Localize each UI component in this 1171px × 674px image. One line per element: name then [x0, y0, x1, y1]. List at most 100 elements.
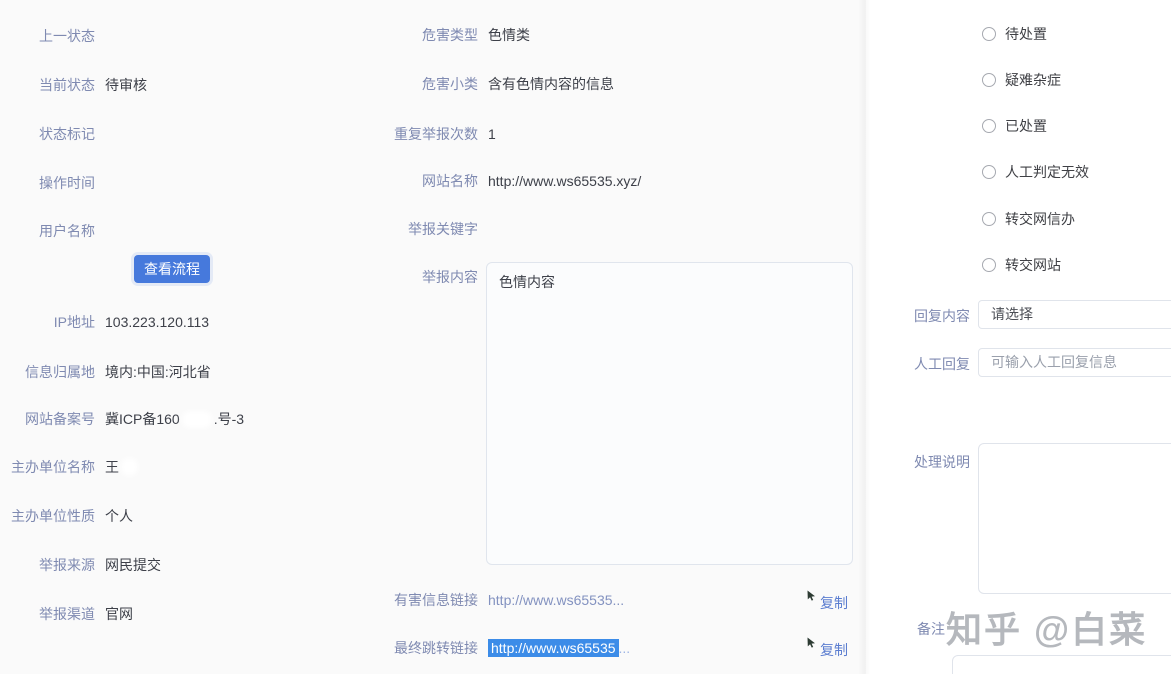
radio-icon[interactable] — [982, 73, 996, 87]
field-label: 举报来源 — [39, 557, 95, 573]
harmful-info-link[interactable]: http://www.ws65535... — [488, 590, 624, 610]
form-row-current-status: 当前状态 待审核 — [0, 75, 147, 95]
field-value: 王 — [105, 457, 140, 477]
radio-option-label: 已处置 — [1005, 118, 1047, 134]
field-label: 回复内容 — [914, 308, 970, 324]
field-value: 色情类 — [488, 27, 530, 43]
radio-option-transfer-site[interactable]: 转交网站 — [982, 258, 1061, 272]
field-label: 主办单位名称 — [11, 459, 95, 475]
form-row-operation-time: 操作时间 — [0, 173, 105, 193]
field-value: 网民提交 — [105, 557, 161, 573]
field-value: 待审核 — [105, 77, 147, 93]
field-label: 危害类型 — [422, 27, 478, 43]
process-note-textarea[interactable] — [978, 443, 1171, 594]
report-detail-screen: 上一状态 当前状态 待审核 状态标记 操作时间 用户名称 查看流程 IP地址 1… — [0, 0, 1171, 674]
field-value: 含有色情内容的信息 — [488, 76, 614, 92]
copy-harmful-link-button[interactable]: 复制 — [807, 590, 848, 613]
view-flow-button[interactable]: 查看流程 — [134, 255, 210, 283]
field-value: 1 — [488, 126, 496, 142]
final-redirect-link[interactable]: http://www.ws65535... — [488, 638, 630, 658]
input-placeholder: 可输入人工回复信息 — [991, 354, 1117, 370]
form-row-ip: IP地址 103.223.120.113 — [0, 312, 209, 332]
zhihu-watermark: 知乎 @白菜 — [946, 609, 1148, 650]
field-value: http://www.ws65535.xyz/ — [488, 173, 642, 189]
field-label: 网站备案号 — [25, 411, 95, 427]
form-row-harm-type: 危害类型 色情类 — [383, 25, 530, 45]
redacted-blur — [121, 458, 138, 476]
radio-option-label: 疑难杂症 — [1005, 72, 1061, 88]
field-label: 举报渠道 — [39, 606, 95, 622]
radio-icon[interactable] — [982, 165, 996, 179]
remark-textarea[interactable] — [952, 655, 1171, 674]
icp-prefix: 冀ICP备160 — [105, 411, 180, 427]
report-content-text: 色情内容 — [499, 274, 555, 290]
form-row-icp-number: 网站备案号 冀ICP备160 .号-3 — [0, 409, 244, 429]
form-row-info-location: 信息归属地 境内:中国:河北省 — [0, 362, 211, 382]
field-label: 最终跳转链接 — [394, 640, 478, 656]
report-content-textarea[interactable]: 色情内容 — [486, 262, 853, 565]
radio-option-label: 待处置 — [1005, 26, 1047, 42]
radio-option-label: 人工判定无效 — [1005, 164, 1089, 180]
field-value: 个人 — [105, 508, 133, 524]
copy-final-link-button[interactable]: 复制 — [807, 637, 848, 660]
form-row-org-name: 主办单位名称 王 — [0, 457, 140, 477]
radio-icon[interactable] — [982, 258, 996, 272]
form-row-report-source: 举报来源 网民提交 — [0, 555, 161, 575]
radio-icon[interactable] — [982, 212, 996, 226]
link-ellipsis: ... — [618, 640, 631, 656]
radio-option-manual-invalid[interactable]: 人工判定无效 — [982, 165, 1089, 179]
form-row-report-keyword: 举报关键字 — [383, 219, 488, 239]
copy-button-label: 复制 — [820, 595, 848, 611]
radio-option-label: 转交网站 — [1005, 257, 1061, 273]
field-label: 举报关键字 — [408, 221, 478, 237]
copy-button-label: 复制 — [820, 642, 848, 658]
radio-option-handled[interactable]: 已处置 — [982, 119, 1047, 133]
selected-link-text: http://www.ws65535 — [488, 639, 619, 657]
form-row-website-name: 网站名称 http://www.ws65535.xyz/ — [383, 171, 641, 191]
radio-option-transfer-cac[interactable]: 转交网信办 — [982, 212, 1075, 226]
form-row-report-content-label: 举报内容 — [383, 267, 478, 287]
field-label: 处理说明 — [914, 454, 970, 470]
form-row-status-mark: 状态标记 — [0, 124, 105, 144]
form-row-harm-subtype: 危害小类 含有色情内容的信息 — [383, 74, 614, 94]
field-label: IP地址 — [53, 314, 95, 330]
field-label: 上一状态 — [39, 28, 95, 44]
field-label: 备注 — [917, 621, 945, 637]
field-label: 当前状态 — [39, 77, 95, 93]
field-value: 冀ICP备160 .号-3 — [105, 409, 244, 429]
field-label: 重复举报次数 — [394, 126, 478, 142]
form-row-prev-status: 上一状态 — [0, 26, 105, 46]
field-label: 操作时间 — [39, 175, 95, 191]
field-label: 用户名称 — [39, 223, 95, 239]
form-row-reply-content-label: 回复内容 — [875, 306, 970, 326]
form-row-final-redirect-link: 最终跳转链接 http://www.ws65535... — [383, 638, 630, 658]
form-row-harmful-link: 有害信息链接 http://www.ws65535... — [383, 590, 624, 610]
field-label: 人工回复 — [914, 356, 970, 372]
form-row-remark-label: 备注 — [875, 619, 945, 639]
field-label: 举报内容 — [422, 269, 478, 285]
radio-option-difficult[interactable]: 疑难杂症 — [982, 73, 1061, 87]
org-name-prefix: 王 — [105, 459, 119, 475]
form-row-report-channel: 举报渠道 官网 — [0, 604, 133, 624]
redacted-blur — [181, 411, 212, 428]
field-value: 103.223.120.113 — [105, 314, 210, 330]
radio-icon[interactable] — [982, 27, 996, 41]
manual-reply-input[interactable]: 可输入人工回复信息 — [978, 348, 1171, 377]
field-label: 信息归属地 — [25, 364, 95, 380]
icp-suffix: .号-3 — [213, 411, 245, 427]
field-value: 官网 — [105, 606, 133, 622]
cursor-icon — [807, 637, 815, 648]
field-label: 主办单位性质 — [11, 508, 95, 524]
form-row-process-note-label: 处理说明 — [875, 452, 970, 472]
radio-icon[interactable] — [982, 119, 996, 133]
panel-divider — [858, 0, 870, 674]
field-label: 有害信息链接 — [394, 592, 478, 608]
form-row-user-name: 用户名称 — [0, 221, 105, 241]
form-row-org-type: 主办单位性质 个人 — [0, 506, 133, 526]
form-row-manual-reply-label: 人工回复 — [875, 354, 970, 374]
radio-option-label: 转交网信办 — [1005, 211, 1075, 227]
reply-content-select[interactable]: 请选择 — [978, 300, 1171, 329]
radio-option-pending[interactable]: 待处置 — [982, 27, 1047, 41]
field-label: 网站名称 — [422, 173, 478, 189]
field-label: 状态标记 — [39, 126, 95, 142]
